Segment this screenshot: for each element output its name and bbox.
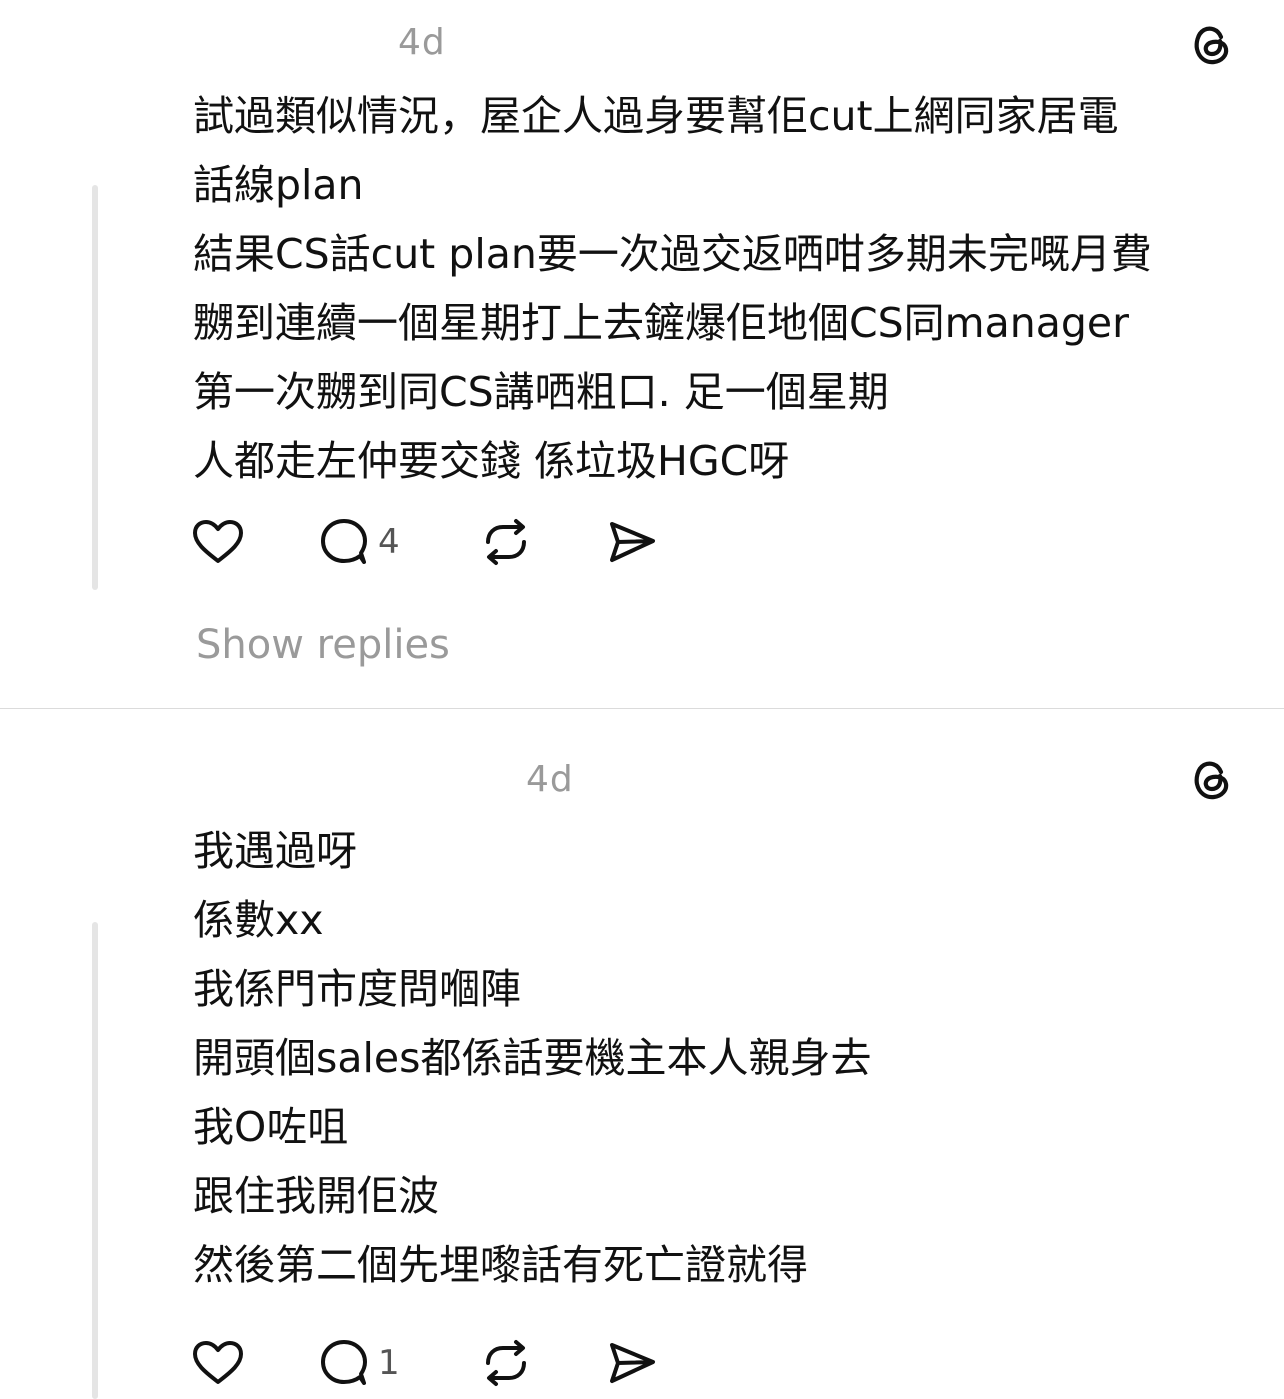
thread-connector-line: [92, 185, 98, 590]
reply-button[interactable]: 4: [316, 514, 400, 570]
heart-icon: [193, 520, 243, 563]
post-text-line: 係數xx: [193, 896, 324, 944]
repost-button[interactable]: [478, 1335, 534, 1391]
reply-count: 4: [378, 522, 400, 562]
like-button[interactable]: [190, 514, 246, 570]
post-text-line: 嬲到連續一個星期打上去鏟爆佢地個CS同manager: [193, 299, 1129, 347]
post-text-line: 話線plan: [193, 161, 364, 209]
post-text-line: 我O咗咀: [193, 1103, 349, 1151]
share-button[interactable]: [604, 514, 660, 570]
reply-count: 1: [378, 1343, 400, 1383]
comment-icon: [321, 1340, 367, 1385]
post-body: 試過類似情況，屋企人過身要幫佢cut上網同家居電 話線plan 結果CS話cut…: [193, 82, 1263, 496]
post-timestamp: 4d: [526, 759, 574, 800]
send-icon: [610, 1343, 655, 1383]
like-button[interactable]: [190, 1335, 246, 1391]
post-text-line: 第一次嬲到同CS講哂粗口. 足一個星期: [193, 368, 889, 416]
post-body: 我遇過呀 係數xx 我係門市度問嗰陣 開頭個sales都係話要機主本人親身去 我…: [193, 817, 1263, 1300]
post-text-line: 跟住我開佢波: [193, 1172, 439, 1220]
comment-icon: [321, 519, 367, 564]
post-text-line: 人都走左仲要交錢 係垃圾HGC呀: [193, 437, 790, 485]
post-text-line: 然後第二個先埋嚟話有死亡證就得: [193, 1241, 808, 1289]
post-text-line: 結果CS話cut plan要一次過交返哂咁多期未完嘅月費: [193, 230, 1152, 278]
threads-logo-icon[interactable]: [1188, 755, 1236, 803]
repost-icon: [486, 1340, 526, 1386]
show-replies-link[interactable]: Show replies: [196, 622, 450, 668]
send-icon: [610, 522, 655, 562]
repost-button[interactable]: [478, 514, 534, 570]
post-text-line: 試過類似情況，屋企人過身要幫佢cut上網同家居電: [193, 92, 1119, 140]
post-text-line: 我係門市度問嗰陣: [193, 965, 521, 1013]
thread-connector-line: [92, 922, 98, 1399]
share-button[interactable]: [604, 1335, 660, 1391]
heart-icon: [193, 1341, 243, 1384]
post-timestamp: 4d: [398, 22, 446, 63]
post-text-line: 我遇過呀: [193, 827, 357, 875]
post-actions: 4: [190, 514, 710, 570]
repost-icon: [486, 519, 526, 565]
post-text-line: 開頭個sales都係話要機主本人親身去: [193, 1034, 872, 1082]
threads-logo-icon[interactable]: [1188, 20, 1236, 68]
thread-post: 4d 我遇過呀 係數xx 我係門市度問嗰陣 開頭個sales都係話要機主本人親身…: [0, 709, 1284, 1399]
thread-post: 4d 試過類似情況，屋企人過身要幫佢cut上網同家居電 話線plan 結果CS話…: [0, 0, 1284, 708]
reply-button[interactable]: 1: [316, 1335, 400, 1391]
post-actions: 1: [190, 1335, 710, 1391]
